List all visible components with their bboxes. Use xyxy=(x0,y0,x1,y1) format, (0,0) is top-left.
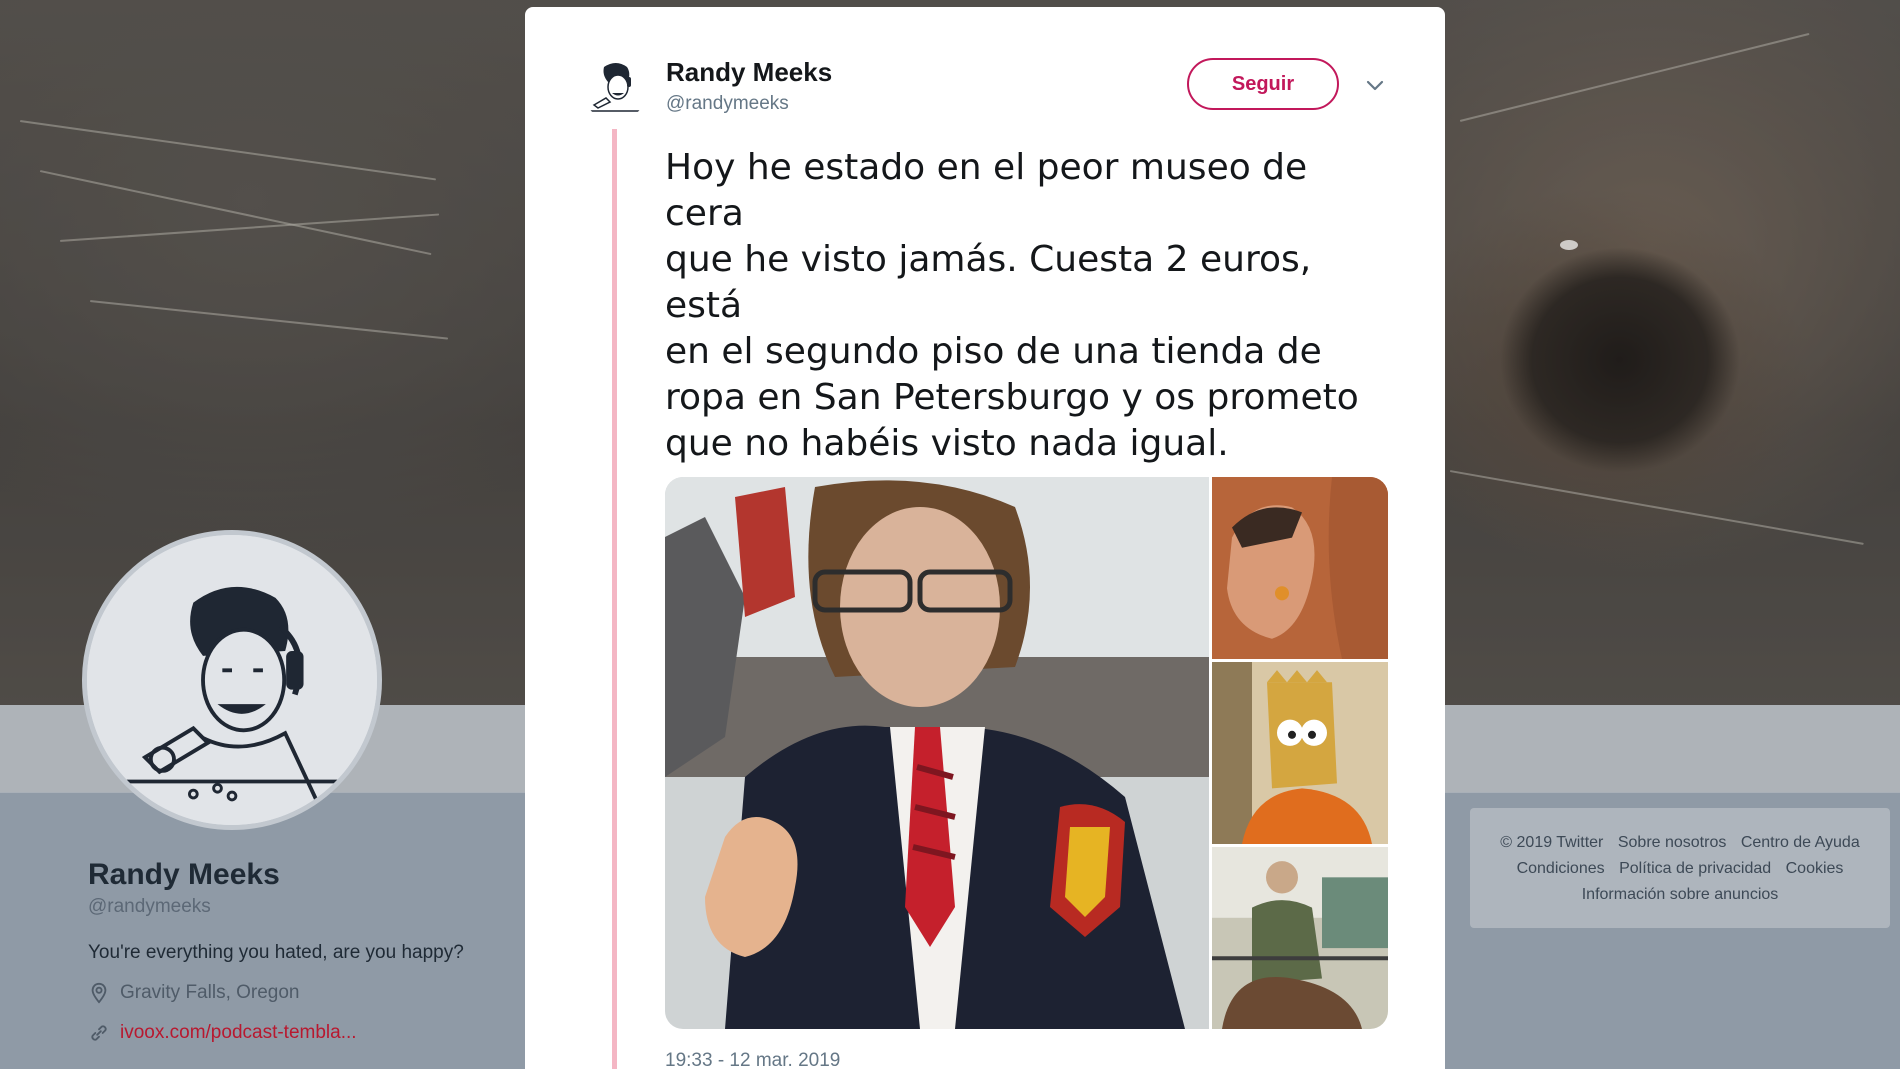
link-icon xyxy=(91,1025,107,1041)
cartoon-avatar-icon xyxy=(87,535,377,825)
banner-detail xyxy=(39,170,432,256)
profile-location-text: Gravity Falls, Oregon xyxy=(120,982,300,1003)
banner-detail xyxy=(19,120,437,181)
tweet-photo-3[interactable] xyxy=(1212,662,1388,844)
tweet-modal: Randy Meeks @randymeeks Seguir Hoy he es… xyxy=(525,7,1445,1069)
banner-detail xyxy=(1560,240,1578,250)
profile-website[interactable]: ivoox.com/podcast-tembla... xyxy=(88,1022,464,1044)
wax-figure-glasses-school-uniform-photo xyxy=(665,477,1209,1029)
profile-info: Randy Meeks @randymeeks You're everythin… xyxy=(88,858,464,1044)
footer-link-ads-info[interactable]: Información sobre anuncios xyxy=(1582,886,1779,903)
tweet-media-grid xyxy=(665,477,1388,1029)
footer-link-help[interactable]: Centro de Ayuda xyxy=(1741,834,1860,851)
profile-link-text[interactable]: ivoox.com/podcast-tembla... xyxy=(120,1022,357,1044)
wax-figure-orange-head-photo xyxy=(1212,477,1388,659)
footer-copyright: © 2019 Twitter xyxy=(1500,834,1604,851)
banner-detail xyxy=(1459,32,1810,122)
cartoon-avatar-icon xyxy=(582,55,648,121)
profile-avatar[interactable] xyxy=(82,530,382,830)
profile-name[interactable]: Randy Meeks xyxy=(88,858,464,892)
tweet-author-avatar[interactable] xyxy=(582,55,648,121)
tweet-timestamp[interactable]: 19:33 - 12 mar. 2019 xyxy=(665,1050,840,1069)
wax-figure-soldier-photo xyxy=(1212,847,1388,1029)
location-pin-icon xyxy=(91,982,107,1004)
site-footer: © 2019 Twitter Sobre nosotros Centro de … xyxy=(1470,808,1890,928)
tweet-photo-4[interactable] xyxy=(1212,847,1388,1029)
tweet-author-name[interactable]: Randy Meeks xyxy=(666,57,832,88)
footer-link-terms[interactable]: Condiciones xyxy=(1517,860,1605,877)
profile-location: Gravity Falls, Oregon xyxy=(88,982,464,1004)
tweet-photo-1[interactable] xyxy=(665,477,1209,1029)
thread-line xyxy=(612,129,617,1069)
footer-link-privacy[interactable]: Política de privacidad xyxy=(1619,860,1771,877)
tweet-photo-2[interactable] xyxy=(1212,477,1388,659)
tweet-photo-column xyxy=(1212,477,1388,1029)
profile-bio: You're everything you hated, are you hap… xyxy=(88,942,464,963)
chevron-down-icon[interactable] xyxy=(1363,73,1387,97)
profile-handle[interactable]: @randymeeks xyxy=(88,896,464,918)
tweet-author-handle[interactable]: @randymeeks xyxy=(666,93,789,115)
footer-link-about[interactable]: Sobre nosotros xyxy=(1618,834,1727,851)
banner-detail xyxy=(59,213,440,242)
banner-detail xyxy=(1449,470,1864,545)
footer-link-cookies[interactable]: Cookies xyxy=(1786,860,1844,877)
banner-detail xyxy=(89,300,449,340)
wax-figure-yellow-cartoon-head-photo xyxy=(1212,662,1388,844)
follow-button[interactable]: Seguir xyxy=(1187,58,1339,110)
